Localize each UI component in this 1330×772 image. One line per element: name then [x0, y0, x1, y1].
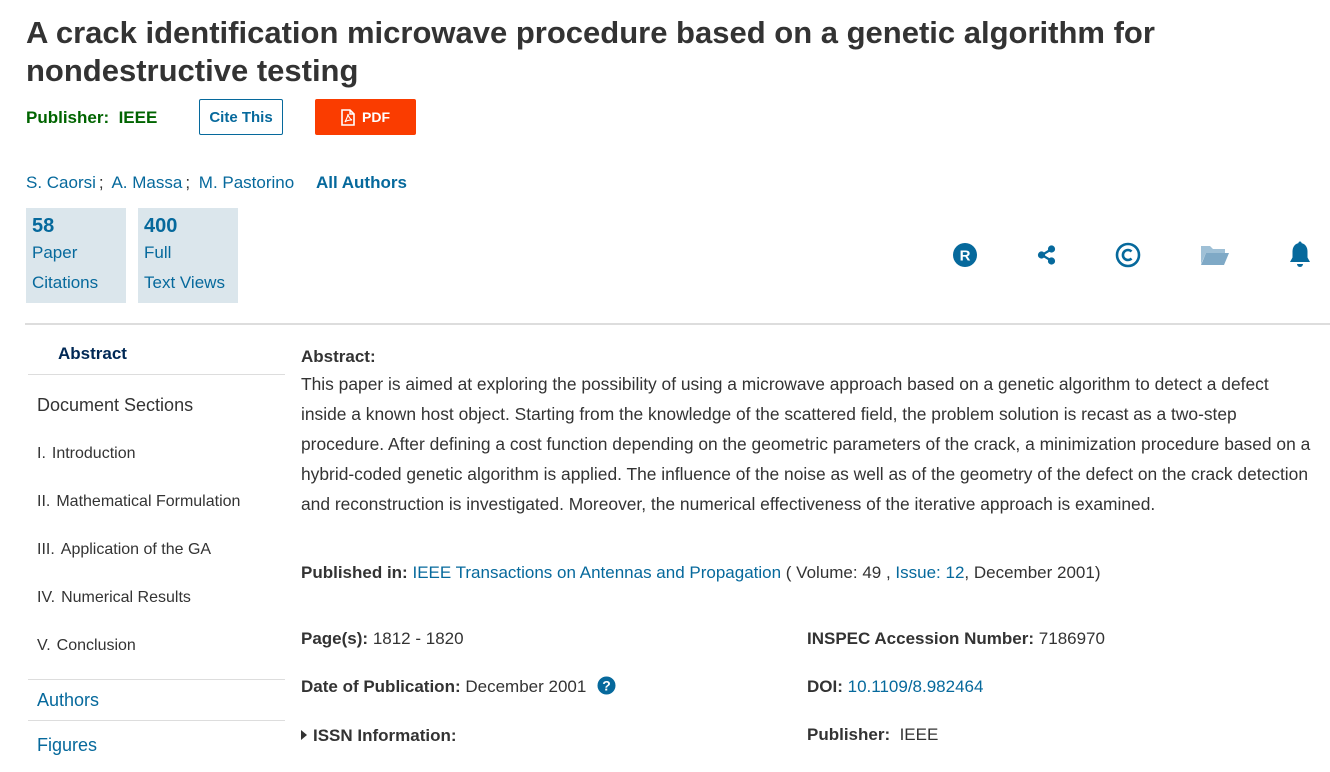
- pdf-icon: [341, 108, 355, 126]
- author-separator: ;: [185, 173, 191, 192]
- nav-section-introduction[interactable]: I. Introduction: [37, 444, 136, 464]
- document-sections-heading: Document Sections: [37, 395, 194, 415]
- publisher-meta-value: IEEE: [899, 725, 939, 744]
- publication-date-text: , December 2001): [964, 563, 1101, 582]
- nav-section-numerical-results[interactable]: IV. Numerical Results: [37, 588, 191, 608]
- inspec-label: INSPEC Accession Number:: [807, 629, 1035, 648]
- inspec-value: 7186970: [1038, 629, 1105, 648]
- author-link[interactable]: M. Pastorino: [199, 173, 294, 192]
- doi-info: DOI: 10.1109/8.982464: [807, 676, 983, 698]
- section-divider: [25, 323, 1330, 325]
- section-label: Mathematical Formulation: [56, 493, 241, 510]
- date-of-publication-value: December 2001: [465, 677, 587, 696]
- section-number: II.: [37, 493, 51, 510]
- share-icon[interactable]: [1030, 238, 1064, 272]
- author-separator: ;: [98, 173, 104, 192]
- help-icon[interactable]: ?: [597, 676, 616, 701]
- date-of-publication-label: Date of Publication:: [301, 677, 461, 696]
- publisher-meta-info: Publisher: IEEE: [807, 724, 938, 746]
- publisher-row: Publisher: IEEE Cite This PDF: [26, 99, 726, 135]
- nav-section-mathematical-formulation[interactable]: II. Mathematical Formulation: [37, 492, 240, 512]
- section-label: Application of the GA: [60, 541, 212, 558]
- section-number: V.: [37, 637, 51, 654]
- section-number: I.: [37, 445, 46, 462]
- section-label: Numerical Results: [61, 589, 191, 606]
- section-number: III.: [37, 541, 55, 558]
- section-label: Introduction: [51, 445, 136, 462]
- all-authors-link[interactable]: All Authors: [316, 173, 407, 192]
- nav-abstract[interactable]: Abstract: [28, 330, 285, 375]
- pages-info: Page(s): 1812 - 1820: [301, 628, 464, 650]
- issue-link[interactable]: Issue: 12: [895, 563, 964, 582]
- author-link[interactable]: S. Caorsi: [26, 173, 96, 192]
- pdf-label: PDF: [362, 109, 390, 125]
- publisher-label: Publisher:: [26, 108, 110, 127]
- abstract-text: This paper is aimed at exploring the pos…: [301, 374, 1311, 514]
- issn-information-toggle[interactable]: ISSN Information:: [301, 725, 457, 747]
- nav-section-conclusion[interactable]: V. Conclusion: [37, 636, 136, 656]
- rights-r-icon[interactable]: R: [948, 238, 982, 272]
- doi-label: DOI:: [807, 677, 843, 696]
- volume-text: ( Volume: 49 ,: [785, 563, 891, 582]
- author-link[interactable]: A. Massa: [111, 173, 182, 192]
- section-number: IV.: [37, 589, 56, 606]
- folder-icon[interactable]: [1198, 238, 1232, 272]
- journal-link[interactable]: IEEE Transactions on Antennas and Propag…: [412, 563, 781, 582]
- nav-authors[interactable]: Authors: [28, 679, 285, 720]
- metric-label-line2: Citations: [32, 273, 99, 292]
- metric-value: 58: [32, 215, 55, 237]
- page-title: A crack identification microwave procedu…: [26, 15, 1155, 88]
- nav-figures[interactable]: Figures: [28, 720, 285, 764]
- document-sidenav: Abstract Document Sections I. Introductio…: [28, 330, 285, 755]
- svg-text:R: R: [960, 248, 971, 265]
- action-icon-bar: R: [0, 238, 1330, 272]
- published-in-label: Published in:: [301, 563, 408, 582]
- inspec-info: INSPEC Accession Number: 7186970: [807, 628, 1105, 650]
- date-of-publication-info: Date of Publication: December 2001 ?: [301, 676, 616, 701]
- bell-icon[interactable]: [1283, 238, 1317, 272]
- section-label: Conclusion: [56, 637, 136, 654]
- nav-section-application-of-the-ga[interactable]: III. Application of the GA: [37, 540, 211, 560]
- pages-label: Page(s):: [301, 629, 369, 648]
- copyright-icon[interactable]: [1111, 238, 1145, 272]
- metric-label-line2: Text Views: [144, 273, 225, 292]
- abstract-section: Abstract: This paper is aimed at explori…: [301, 346, 1311, 519]
- publisher-info: Publisher: IEEE: [26, 108, 157, 128]
- pdf-button[interactable]: PDF: [315, 99, 416, 135]
- abstract-label: Abstract:: [301, 347, 376, 366]
- pages-value: 1812 - 1820: [372, 629, 464, 648]
- expand-triangle-icon: [301, 730, 307, 740]
- metric-value: 400: [144, 215, 178, 237]
- cite-this-button[interactable]: Cite This: [199, 99, 283, 135]
- svg-text:?: ?: [602, 678, 611, 694]
- doi-link[interactable]: 10.1109/8.982464: [848, 677, 984, 696]
- issn-label: ISSN Information:: [313, 726, 457, 745]
- publisher-meta-label: Publisher:: [807, 725, 891, 744]
- author-list: S. Caorsi; A. Massa; M. Pastorino All Au…: [26, 172, 407, 194]
- published-in: Published in: IEEE Transactions on Anten…: [301, 562, 1101, 584]
- publisher-value: IEEE: [118, 108, 158, 127]
